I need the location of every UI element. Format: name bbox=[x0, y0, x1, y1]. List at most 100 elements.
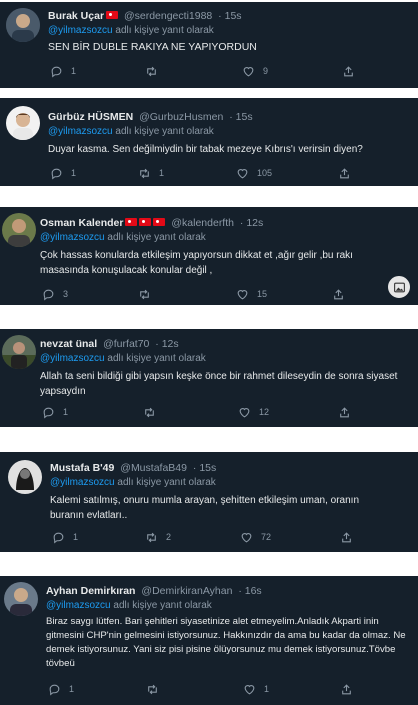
reply-count: 1 bbox=[63, 407, 69, 417]
like-count: 9 bbox=[263, 66, 269, 76]
reply-icon bbox=[43, 407, 54, 418]
timestamp[interactable]: 16s bbox=[245, 585, 262, 597]
heart-icon bbox=[237, 289, 248, 299]
like-button[interactable]: 105 bbox=[236, 166, 272, 180]
share-button[interactable] bbox=[342, 64, 363, 78]
retweet-icon bbox=[147, 532, 156, 542]
tweet-card[interactable]: Ayhan Demirkıran @DemirkiranAyhan · 16s … bbox=[0, 576, 418, 705]
retweet-button[interactable] bbox=[145, 64, 176, 78]
like-button[interactable]: 9 bbox=[242, 64, 273, 78]
retweet-icon bbox=[140, 168, 149, 178]
retweet-button[interactable]: 2 bbox=[145, 530, 176, 544]
avatar-image bbox=[2, 335, 36, 369]
retweet-count: 1 bbox=[159, 168, 165, 178]
retweet-icon bbox=[148, 684, 157, 694]
reply-context: @yilmazsozcu adlı kişiye yanıt olarak bbox=[40, 231, 206, 244]
avatar-image bbox=[2, 213, 36, 247]
share-button[interactable] bbox=[340, 682, 361, 696]
like-count: 15 bbox=[257, 289, 268, 299]
handle[interactable]: @kalenderfth bbox=[171, 217, 234, 229]
display-name[interactable]: Burak Uçar bbox=[48, 10, 104, 22]
avatar[interactable] bbox=[4, 582, 38, 616]
reply-count: 1 bbox=[71, 168, 77, 178]
tweet-text: SEN BİR DUBLE RAKIYA NE YAPIYORDUN bbox=[48, 41, 257, 53]
reply-prefix: adlı kişiye yanıt olarak bbox=[115, 126, 214, 137]
tweet-header: nevzat ünal @furfat70 · 12s bbox=[40, 338, 179, 350]
tweet-header: Mustafa B'49 @MustafaB49 · 15s bbox=[50, 462, 217, 474]
like-button[interactable]: 15 bbox=[236, 287, 267, 301]
display-name[interactable]: Ayhan Demirkıran bbox=[46, 585, 135, 597]
display-name[interactable]: Osman Kalender bbox=[40, 217, 123, 229]
avatar[interactable] bbox=[6, 106, 40, 140]
avatar-image bbox=[8, 460, 42, 494]
tweet-card[interactable]: Osman Kalender @kalenderfth · 12s @yilma… bbox=[0, 207, 418, 305]
reply-context: @yilmazsozcu adlı kişiye yanıt olarak bbox=[40, 352, 206, 365]
mention-link[interactable]: @yilmazsozcu bbox=[40, 353, 105, 364]
handle[interactable]: @DemirkiranAyhan bbox=[141, 585, 232, 597]
avatar[interactable] bbox=[6, 8, 40, 42]
retweet-count: 2 bbox=[166, 532, 172, 542]
reply-icon bbox=[53, 532, 64, 543]
handle[interactable]: @MustafaB49 bbox=[120, 462, 187, 474]
share-icon bbox=[342, 531, 351, 542]
mention-link[interactable]: @yilmazsozcu bbox=[40, 232, 105, 243]
timestamp[interactable]: 12s bbox=[246, 217, 263, 229]
image-gallery-icon[interactable] bbox=[386, 274, 412, 300]
reply-button[interactable]: 1 bbox=[42, 405, 73, 419]
turkey-flag-icon bbox=[139, 218, 152, 226]
handle[interactable]: @serdengecti1988 bbox=[124, 10, 212, 22]
reply-button[interactable]: 3 bbox=[42, 287, 73, 301]
like-button[interactable]: 12 bbox=[238, 405, 269, 419]
handle[interactable]: @GurbuzHusmen bbox=[139, 111, 223, 123]
tweet-text: Kalemi satılmış, onuru mumla arayan, şeh… bbox=[50, 495, 360, 521]
tweet-card[interactable]: Burak Uçar @serdengecti1988 · 15s @yilma… bbox=[0, 2, 418, 88]
share-button[interactable] bbox=[338, 166, 359, 180]
reply-button[interactable]: 1 bbox=[50, 166, 81, 180]
reply-button[interactable]: 1 bbox=[50, 64, 81, 78]
timestamp[interactable]: 15s bbox=[199, 462, 216, 474]
like-button[interactable]: 1 bbox=[243, 682, 274, 696]
retweet-icon bbox=[145, 407, 154, 417]
handle[interactable]: @furfat70 bbox=[103, 338, 149, 350]
reply-context: @yilmazsozcu adlı kişiye yanıt olarak bbox=[46, 599, 212, 612]
heart-icon bbox=[239, 407, 250, 417]
reply-button[interactable]: 1 bbox=[48, 682, 79, 696]
timestamp[interactable]: 15s bbox=[225, 10, 242, 22]
tweet-header: Gürbüz HÜSMEN @GurbuzHusmen · 15s bbox=[48, 111, 253, 123]
timestamp[interactable]: 15s bbox=[236, 111, 253, 123]
like-count: 12 bbox=[259, 407, 270, 417]
share-button[interactable] bbox=[332, 287, 353, 301]
heart-icon bbox=[244, 684, 255, 694]
mention-link[interactable]: @yilmazsozcu bbox=[48, 25, 113, 36]
share-button[interactable] bbox=[338, 405, 359, 419]
display-name[interactable]: Gürbüz HÜSMEN bbox=[48, 111, 133, 123]
avatar[interactable] bbox=[2, 335, 36, 369]
mention-link[interactable]: @yilmazsozcu bbox=[46, 600, 111, 611]
reply-icon bbox=[43, 289, 54, 300]
reply-button[interactable]: 1 bbox=[52, 530, 83, 544]
retweet-button[interactable] bbox=[146, 682, 177, 696]
display-name[interactable]: nevzat ünal bbox=[40, 338, 97, 350]
heart-icon bbox=[241, 532, 252, 542]
turkey-flag-icon bbox=[106, 11, 119, 19]
retweet-icon bbox=[140, 289, 149, 299]
retweet-button[interactable]: 1 bbox=[138, 166, 169, 180]
timestamp[interactable]: 12s bbox=[162, 338, 179, 350]
like-button[interactable]: 72 bbox=[240, 530, 271, 544]
mention-link[interactable]: @yilmazsozcu bbox=[48, 126, 113, 137]
avatar[interactable] bbox=[8, 460, 42, 494]
mention-link[interactable]: @yilmazsozcu bbox=[50, 477, 115, 488]
tweet-card[interactable]: Gürbüz HÜSMEN @GurbuzHusmen · 15s @yilma… bbox=[0, 98, 418, 186]
retweet-button[interactable] bbox=[143, 405, 174, 419]
display-name[interactable]: Mustafa B'49 bbox=[50, 462, 114, 474]
tweet-card[interactable]: nevzat ünal @furfat70 · 12s @yilmazsozcu… bbox=[0, 329, 418, 427]
retweet-button[interactable] bbox=[138, 287, 169, 301]
tweet-card[interactable]: Mustafa B'49 @MustafaB49 · 15s @yilmazso… bbox=[0, 452, 418, 552]
tweet-header: Ayhan Demirkıran @DemirkiranAyhan · 16s bbox=[46, 585, 262, 597]
tweet-actions: 1 2 72 bbox=[0, 530, 418, 544]
share-button[interactable] bbox=[340, 530, 361, 544]
tweet-actions: 1 9 bbox=[0, 64, 418, 78]
reply-icon bbox=[49, 684, 60, 695]
avatar[interactable] bbox=[2, 213, 36, 247]
share-icon bbox=[342, 683, 351, 694]
